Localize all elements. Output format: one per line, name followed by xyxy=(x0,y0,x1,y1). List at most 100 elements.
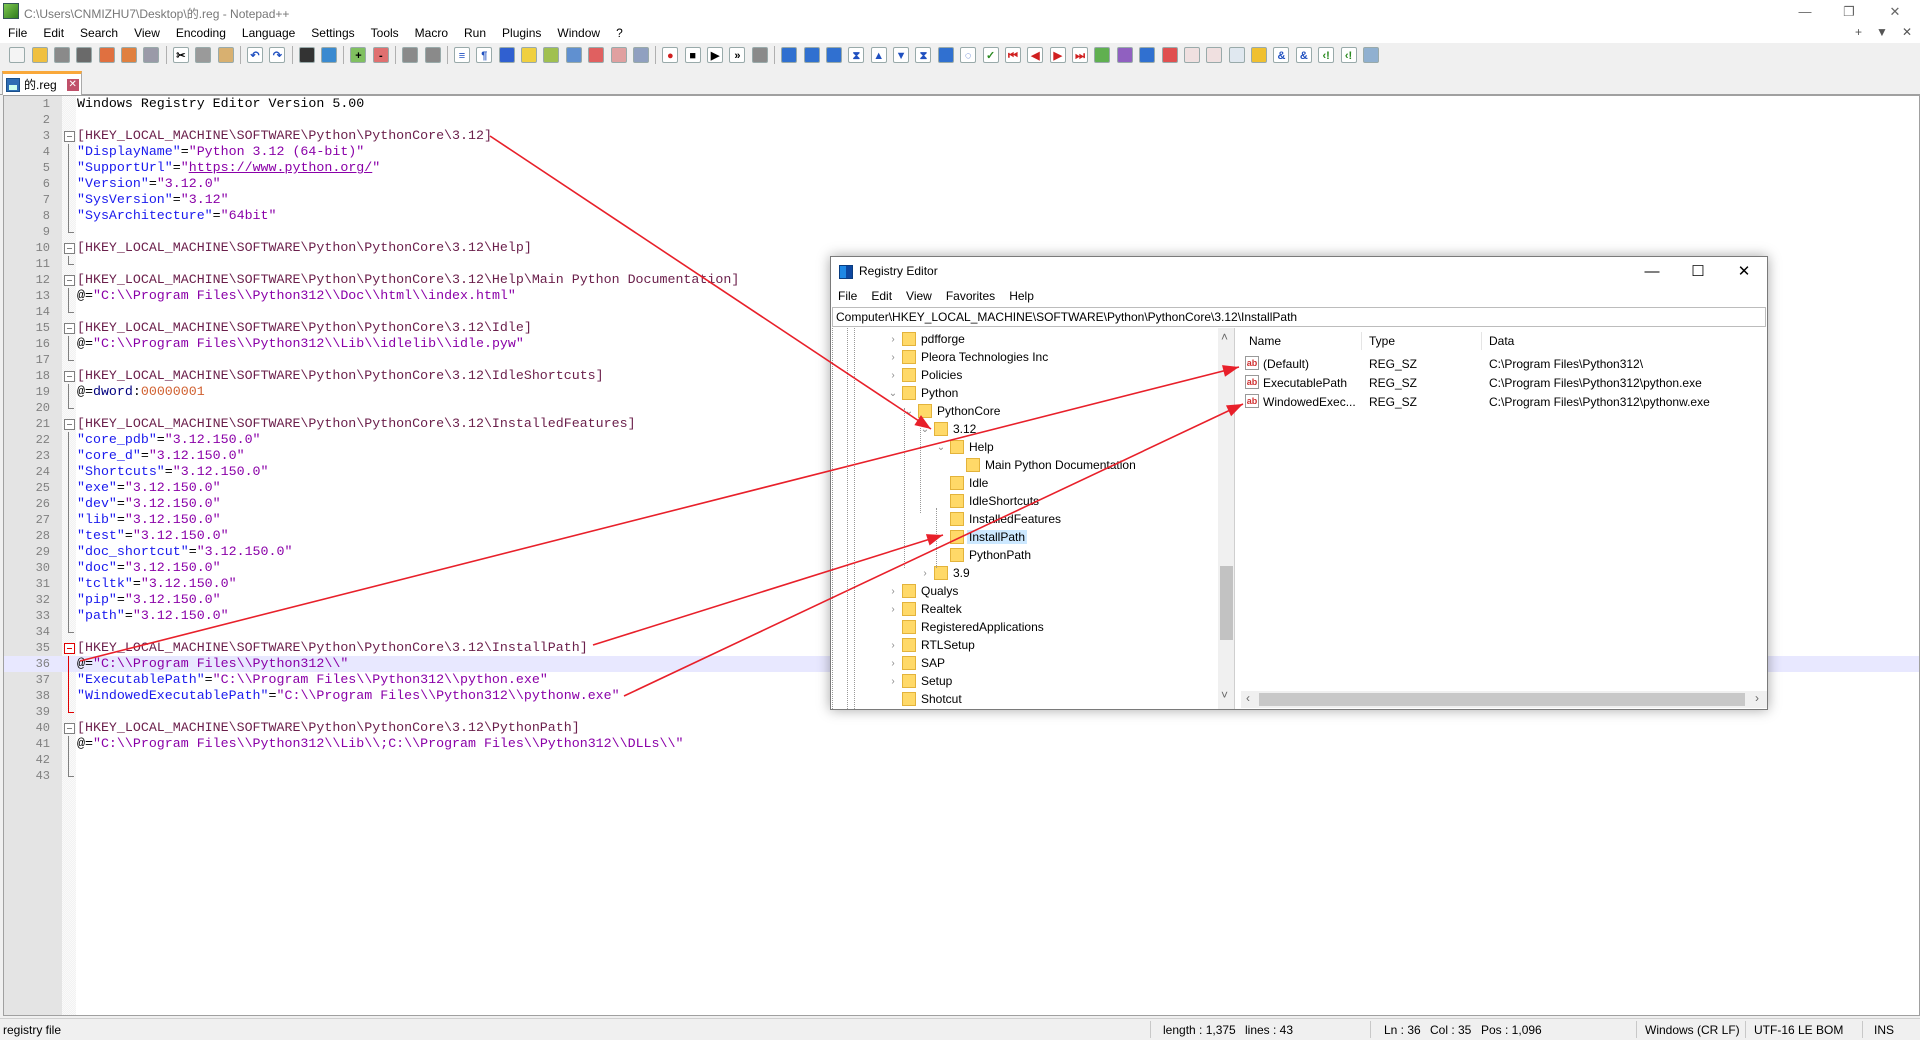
doc-blue-icon[interactable] xyxy=(1139,47,1156,63)
sync-vertical-icon[interactable] xyxy=(402,47,419,63)
copy-icon[interactable] xyxy=(195,47,212,63)
comment-icon[interactable]: ‹! xyxy=(1318,47,1335,63)
tree-item-qualys[interactable]: › Qualys xyxy=(888,582,960,600)
chevron-right-icon[interactable]: › xyxy=(920,568,930,579)
run-macro-multiple-icon[interactable]: » xyxy=(729,47,746,63)
regedit-menu-edit[interactable]: Edit xyxy=(864,286,899,306)
code-line[interactable]: 10 [HKEY_LOCAL_MACHINE\SOFTWARE\Python\Py… xyxy=(4,240,1919,256)
minimize-button[interactable]: — xyxy=(1790,2,1820,22)
regedit-menu-file[interactable]: File xyxy=(831,286,864,306)
menu-view[interactable]: View xyxy=(126,24,168,43)
print-icon[interactable] xyxy=(143,47,160,63)
url-link[interactable]: https://www.python.org/ xyxy=(189,160,373,175)
zoom-in-icon[interactable]: + xyxy=(350,47,367,63)
code-line[interactable]: 43 xyxy=(4,768,1919,784)
tree-item-pythoncore[interactable]: ⌄ PythonCore xyxy=(904,402,1002,420)
regedit-close-button[interactable]: ✕ xyxy=(1721,257,1767,286)
code-line[interactable]: 4 "DisplayName"="Python 3.12 (64-bit)" xyxy=(4,144,1919,160)
tree-item-setup[interactable]: › Setup xyxy=(888,672,954,690)
menu-settings[interactable]: Settings xyxy=(303,24,362,43)
tree-item-idleshortcuts[interactable]: IdleShortcuts xyxy=(936,492,1041,510)
code-line[interactable]: 40 [HKEY_LOCAL_MACHINE\SOFTWARE\Python\Py… xyxy=(4,720,1919,736)
doc-purple-icon[interactable] xyxy=(1116,47,1133,63)
next-diff-icon[interactable]: ▶ xyxy=(1049,47,1066,63)
save-all-icon[interactable] xyxy=(76,47,93,63)
menu-language[interactable]: Language xyxy=(234,24,303,43)
stop-macro-icon[interactable]: ■ xyxy=(684,47,701,63)
wrench-icon[interactable] xyxy=(1362,47,1379,63)
regedit-minimize-button[interactable]: — xyxy=(1629,257,1675,286)
monitoring-icon[interactable] xyxy=(632,47,649,63)
code-line[interactable]: 42 xyxy=(4,752,1919,768)
tree-item-registeredapplications[interactable]: RegisteredApplications xyxy=(888,618,1046,636)
menu-run[interactable]: Run xyxy=(456,24,494,43)
sync-horizontal-icon[interactable] xyxy=(424,47,441,63)
code-line[interactable]: 41 @="C:\\Program Files\\Python312\\Lib\\… xyxy=(4,736,1919,752)
tree-item-sap[interactable]: › SAP xyxy=(888,654,947,672)
save-macro-icon[interactable] xyxy=(751,47,768,63)
play-macro-icon[interactable]: ▶ xyxy=(707,47,724,63)
udl-icon[interactable] xyxy=(521,47,538,63)
indent-guide-icon[interactable] xyxy=(498,47,515,63)
tree-item-3-12[interactable]: ⌄ 3.12 xyxy=(920,420,978,438)
menu-tools[interactable]: Tools xyxy=(363,24,407,43)
doc-list-icon[interactable] xyxy=(565,47,582,63)
word-wrap-icon[interactable]: ≡ xyxy=(453,47,470,63)
undo-icon[interactable]: ↶ xyxy=(246,47,263,63)
address-bar[interactable]: Computer\HKEY_LOCAL_MACHINE\SOFTWARE\Pyt… xyxy=(832,307,1766,327)
code-line[interactable]: 6 "Version"="3.12.0" xyxy=(4,176,1919,192)
code-line[interactable]: 7 "SysVersion"="3.12" xyxy=(4,192,1919,208)
fold-toggle-icon[interactable] xyxy=(62,368,76,384)
show-all-chars-icon[interactable]: ¶ xyxy=(476,47,493,63)
tree-item-policies[interactable]: › Policies xyxy=(888,366,964,384)
close-button[interactable]: ✕ xyxy=(1880,2,1910,22)
tree-item-pleora-technologies-inc[interactable]: › Pleora Technologies Inc xyxy=(888,348,1050,366)
regedit-menu-help[interactable]: Help xyxy=(1002,286,1041,306)
chevron-right-icon[interactable]: › xyxy=(888,586,898,597)
scroll-up-icon[interactable]: ˄ xyxy=(1221,330,1228,344)
column-type[interactable]: Type xyxy=(1369,334,1395,348)
code-line[interactable]: 9 xyxy=(4,224,1919,240)
menu-edit[interactable]: Edit xyxy=(35,24,72,43)
sync-icon[interactable]: ◌ xyxy=(960,47,977,63)
tree-item-3-9[interactable]: › 3.9 xyxy=(920,564,972,582)
chevron-down-icon[interactable]: ⌄ xyxy=(920,424,930,435)
doc-lines-icon[interactable] xyxy=(1183,47,1200,63)
ampersand-icon[interactable]: & xyxy=(1273,47,1290,63)
tree-item-pythonpath[interactable]: PythonPath xyxy=(936,546,1033,564)
doc-lines-2-icon[interactable] xyxy=(1206,47,1223,63)
close-icon[interactable] xyxy=(98,47,115,63)
fold-toggle-icon[interactable] xyxy=(62,240,76,256)
tree-item-help[interactable]: ⌄ Help xyxy=(936,438,996,456)
chevron-right-icon[interactable]: › xyxy=(888,352,898,363)
chevron-right-icon[interactable]: › xyxy=(888,604,898,615)
tree-item-realtek[interactable]: › Realtek xyxy=(888,600,964,618)
tree-vertical-scrollbar[interactable]: ˄ ˅ xyxy=(1218,328,1234,709)
menu-plugins[interactable]: Plugins xyxy=(494,24,549,43)
paste-icon[interactable] xyxy=(217,47,234,63)
fold-toggle-icon[interactable] xyxy=(62,416,76,432)
tree-item-rtlsetup[interactable]: › RTLSetup xyxy=(888,636,977,654)
regedit-menu-view[interactable]: View xyxy=(899,286,939,306)
regedit-maximize-button[interactable]: ☐ xyxy=(1675,257,1721,286)
fold-toggle-icon[interactable] xyxy=(62,640,76,656)
code-line[interactable]: 3 [HKEY_LOCAL_MACHINE\SOFTWARE\Python\Pyt… xyxy=(4,128,1919,144)
menu-search[interactable]: Search xyxy=(72,24,126,43)
chevron-right-icon[interactable]: › xyxy=(888,370,898,381)
open-file-icon[interactable] xyxy=(31,47,48,63)
fold-toggle-icon[interactable] xyxy=(62,128,76,144)
chevron-down-icon[interactable]: ⌄ xyxy=(904,406,914,417)
new-file-icon[interactable] xyxy=(9,47,26,63)
doc-search-icon[interactable] xyxy=(1228,47,1245,63)
column-data[interactable]: Data xyxy=(1489,334,1514,348)
code-line[interactable]: 8 "SysArchitecture"="64bit" xyxy=(4,208,1919,224)
zoom-out-icon[interactable]: - xyxy=(372,47,389,63)
tree-item-pdfforge[interactable]: › pdfforge xyxy=(888,330,967,348)
tree-item-main-python-documentation[interactable]: Main Python Documentation xyxy=(952,456,1138,474)
tree-scroll-thumb[interactable] xyxy=(1220,566,1233,640)
column-name[interactable]: Name xyxy=(1249,334,1281,348)
eol-format[interactable]: Windows (CR LF) xyxy=(1645,1023,1740,1037)
chevron-right-icon[interactable]: › xyxy=(888,676,898,687)
collapse-up-icon[interactable]: ⧗ xyxy=(848,47,865,63)
code-line[interactable]: 5 "SupportUrl"="https://www.python.org/" xyxy=(4,160,1919,176)
